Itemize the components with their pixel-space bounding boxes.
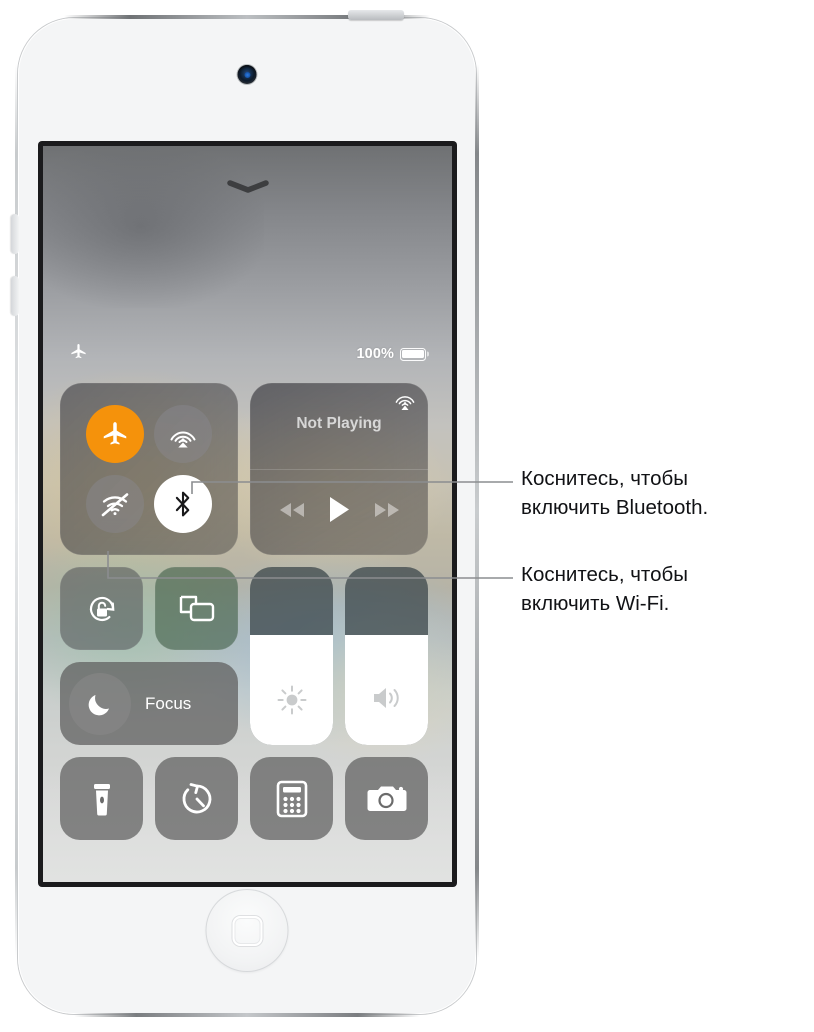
brightness-slider[interactable] xyxy=(250,567,333,745)
bluetooth-button[interactable] xyxy=(154,475,212,533)
screen-mirroring-button[interactable] xyxy=(155,567,238,650)
bluetooth-icon xyxy=(175,491,190,517)
control-center: Not Playing Focus xyxy=(60,383,435,840)
camera-icon xyxy=(367,786,406,811)
device-screen: 100% Not Playing Focus xyxy=(43,146,452,882)
home-button-square-icon xyxy=(232,915,262,946)
rim-highlight-bottom xyxy=(74,1013,420,1017)
airplane-mode-icon xyxy=(69,342,88,366)
airplay-icon[interactable] xyxy=(393,392,417,416)
media-module: Not Playing xyxy=(250,383,428,555)
wifi-button[interactable] xyxy=(86,475,144,533)
control-center-row-1: Not Playing xyxy=(60,383,435,555)
control-center-row-3 xyxy=(60,757,435,840)
rim-highlight-left xyxy=(15,64,18,958)
media-controls xyxy=(250,470,428,555)
rotation-lock-icon xyxy=(89,596,114,621)
battery-icon xyxy=(400,347,426,361)
timer-icon xyxy=(182,782,211,813)
wifi-callout-text: Коснитесь, чтобы включить Wi-Fi. xyxy=(521,563,688,615)
status-bar: 100% xyxy=(43,343,452,365)
volume-icon xyxy=(370,683,404,717)
flashlight-button[interactable] xyxy=(60,757,143,840)
volume-down-button[interactable] xyxy=(11,276,19,316)
power-button[interactable] xyxy=(348,10,404,20)
wifi-off-icon xyxy=(101,493,129,517)
rim-highlight-right xyxy=(475,64,479,958)
bluetooth-callout-text: Коснитесь, чтобы включить Bluetooth. xyxy=(521,467,709,519)
battery-percent-label: 100% xyxy=(356,346,394,362)
screen-mirroring-icon xyxy=(179,595,214,621)
rewind-button[interactable] xyxy=(277,500,307,525)
focus-label: Focus xyxy=(145,693,192,713)
media-title: Not Playing xyxy=(296,415,382,432)
home-button[interactable] xyxy=(205,889,289,972)
airdrop-icon xyxy=(170,431,196,448)
moon-icon xyxy=(69,672,131,735)
calculator-icon xyxy=(276,780,307,817)
airdrop-button[interactable] xyxy=(154,405,212,463)
ipod-touch-device: 100% Not Playing Focus xyxy=(11,10,480,1018)
screenshot-root: 100% Not Playing Focus Коснитесь, чтобы … xyxy=(0,0,814,1032)
fast-forward-button[interactable] xyxy=(372,500,402,525)
timer-button[interactable] xyxy=(155,757,238,840)
airplane-mode-button[interactable] xyxy=(86,405,144,463)
airplane-icon xyxy=(103,422,127,445)
brightness-icon xyxy=(275,683,309,717)
calculator-button[interactable] xyxy=(250,757,333,840)
chevron-down-icon[interactable] xyxy=(226,180,270,193)
front-camera-icon xyxy=(237,65,257,84)
rotation-lock-button[interactable] xyxy=(60,567,143,650)
screen-bezel: 100% Not Playing Focus xyxy=(38,141,457,887)
flashlight-icon xyxy=(93,783,110,815)
connectivity-module xyxy=(60,383,238,555)
camera-button[interactable] xyxy=(345,757,428,840)
volume-slider[interactable] xyxy=(345,567,428,745)
play-button[interactable] xyxy=(328,496,351,528)
volume-up-button[interactable] xyxy=(11,214,19,254)
focus-button[interactable]: Focus xyxy=(60,662,238,745)
control-center-row-2: Focus xyxy=(60,567,435,745)
